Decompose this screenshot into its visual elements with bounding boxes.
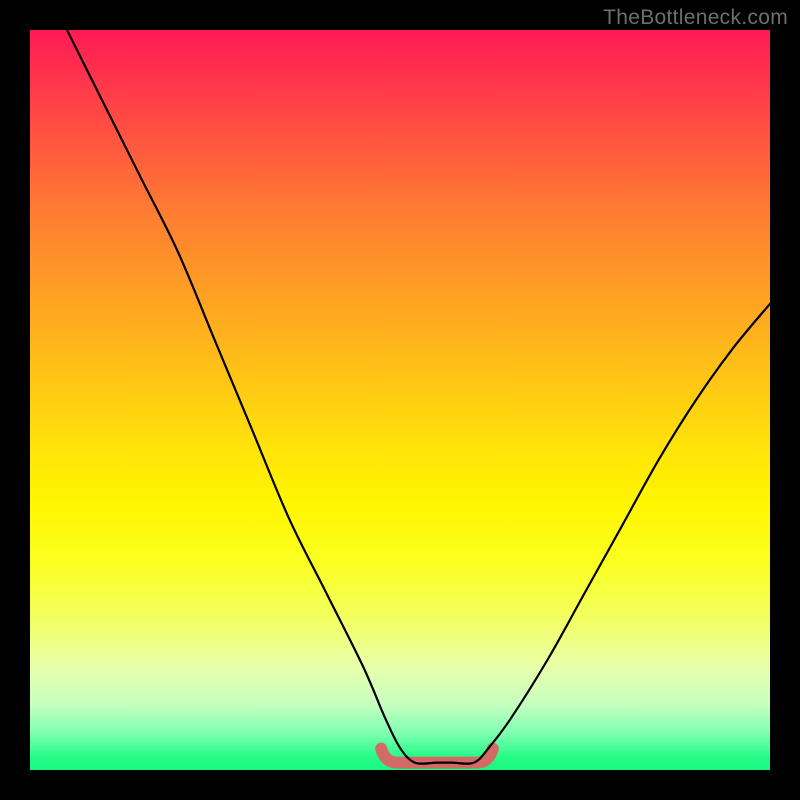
bottleneck-curve bbox=[67, 30, 770, 764]
curve-svg bbox=[30, 30, 770, 770]
plot-area bbox=[30, 30, 770, 770]
watermark-text: TheBottleneck.com bbox=[603, 6, 788, 30]
chart-frame: TheBottleneck.com bbox=[0, 0, 800, 800]
